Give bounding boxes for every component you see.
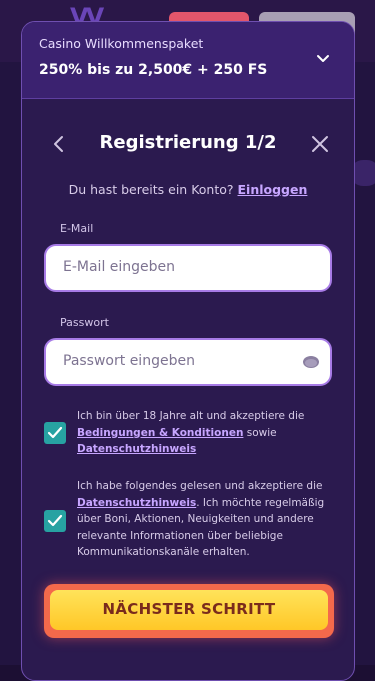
promo-title: 250% bis zu 2,500€ + 250 FS: [39, 62, 268, 78]
checkmark-icon: [47, 426, 63, 439]
password-placeholder: Passwort eingeben: [63, 353, 195, 369]
email-label: E-Mail: [60, 222, 94, 235]
welcome-package-banner[interactable]: Casino Willkommenspaket 250% bis zu 2,50…: [22, 22, 354, 99]
chevron-down-icon[interactable]: [314, 50, 332, 68]
email-field[interactable]: E-Mail eingeben: [44, 244, 332, 292]
email-placeholder: E-Mail eingeben: [63, 259, 176, 275]
password-label: Passwort: [60, 316, 109, 329]
terms-checkbox[interactable]: [44, 422, 66, 444]
modal-header: Registrierung 1/2: [22, 130, 354, 160]
eye-icon[interactable]: [302, 354, 320, 370]
terms-text-mid: sowie: [246, 426, 277, 439]
password-field[interactable]: Passwort eingeben: [44, 338, 332, 386]
marketing-text-before: Ich habe folgendes gelesen und akzeptier…: [77, 480, 323, 492]
checkmark-icon: [47, 514, 63, 527]
terms-text-before: Ich bin über 18 Jahre alt und akzeptiere…: [77, 410, 305, 422]
terms-text: Ich bin über 18 Jahre alt und akzeptiere…: [77, 408, 333, 458]
privacy-notice-link[interactable]: Datenschutzhinweis: [77, 443, 196, 455]
login-prompt: Du hast bereits ein Konto? Einloggen: [22, 182, 354, 197]
marketing-checkbox[interactable]: [44, 510, 66, 532]
terms-conditions-link[interactable]: Bedingungen & Konditionen: [77, 427, 243, 439]
next-step-label: NÄCHSTER SCHRITT: [102, 600, 276, 618]
login-link[interactable]: Einloggen: [238, 182, 308, 197]
marketing-text: Ich habe folgendes gelesen und akzeptier…: [77, 478, 333, 561]
page-title: Registrierung 1/2: [99, 132, 277, 153]
marketing-privacy-link[interactable]: Datenschutzhinweis: [77, 497, 196, 509]
login-prompt-text: Du hast bereits ein Konto?: [68, 182, 234, 197]
promo-subtitle: Casino Willkommenspaket: [39, 36, 204, 51]
next-step-button-inner: NÄCHSTER SCHRITT: [50, 590, 328, 630]
registration-modal: Casino Willkommenspaket 250% bis zu 2,50…: [21, 21, 355, 681]
next-step-button[interactable]: NÄCHSTER SCHRITT: [44, 584, 334, 638]
close-icon[interactable]: [310, 134, 330, 154]
